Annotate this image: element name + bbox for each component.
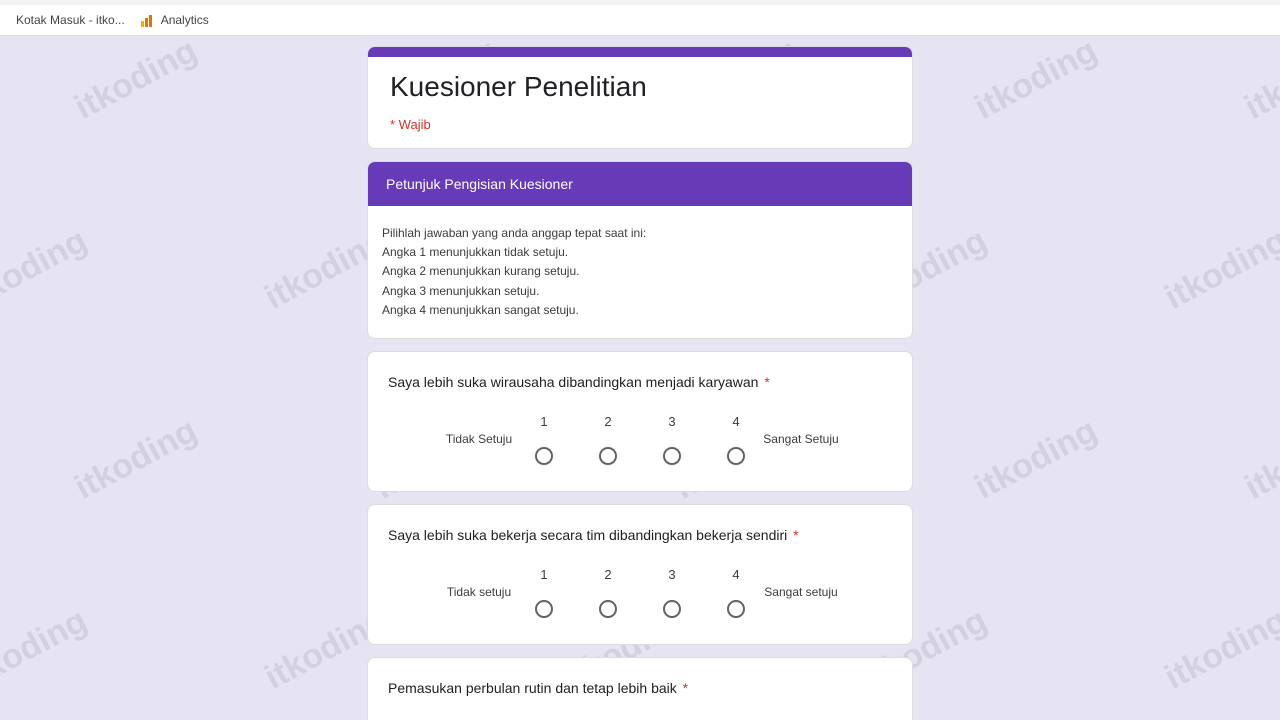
scale-number: 3 — [668, 567, 675, 582]
scale-number: 2 — [604, 567, 611, 582]
form-header-card: Kuesioner Penelitian * Wajib — [367, 46, 913, 149]
question-text: Saya lebih suka wirausaha dibandingkan m… — [388, 374, 892, 390]
form-title: Kuesioner Penelitian — [390, 71, 890, 103]
bookmark-label: Kotak Masuk - itko... — [16, 13, 125, 27]
bookmark-inbox[interactable]: Kotak Masuk - itko... — [8, 9, 133, 31]
radio-option-2[interactable] — [599, 447, 617, 465]
section-description: Pilihlah jawaban yang anda anggap tepat … — [368, 206, 912, 338]
radio-option-4[interactable] — [727, 600, 745, 618]
bookmark-label: Analytics — [161, 13, 209, 27]
question-text: Saya lebih suka bekerja secara tim diban… — [388, 527, 892, 543]
question-card: Pemasukan perbulan rutin dan tetap lebih… — [367, 657, 913, 720]
header-accent-bar — [368, 47, 912, 57]
scale-number: 2 — [604, 414, 611, 429]
linear-scale: Tidak setuju 1 2 3 4 Sangat setuju — [388, 567, 892, 618]
required-note: * Wajib — [390, 117, 890, 132]
question-text: Pemasukan perbulan rutin dan tetap lebih… — [388, 680, 892, 696]
question-card: Saya lebih suka bekerja secara tim diban… — [367, 504, 913, 645]
bookmark-analytics[interactable]: Analytics — [133, 9, 217, 31]
scale-low-label: Tidak Setuju — [424, 432, 534, 446]
question-card: Saya lebih suka wirausaha dibandingkan m… — [367, 351, 913, 492]
scale-number: 1 — [540, 414, 547, 429]
required-asterisk: * — [679, 680, 688, 696]
scale-low-label: Tidak setuju — [424, 585, 534, 599]
linear-scale: Tidak Setuju 1 2 3 4 Sangat Setuju — [388, 414, 892, 465]
scale-number: 3 — [668, 414, 675, 429]
required-asterisk: * — [789, 527, 798, 543]
radio-option-3[interactable] — [663, 600, 681, 618]
bookmarks-bar: Kotak Masuk - itko... Analytics — [0, 0, 1280, 36]
scale-high-label: Sangat setuju — [746, 585, 856, 599]
analytics-icon — [141, 13, 155, 27]
scale-number: 4 — [732, 567, 739, 582]
section-card: Petunjuk Pengisian Kuesioner Pilihlah ja… — [367, 161, 913, 339]
form-viewport: Kuesioner Penelitian * Wajib Petunjuk Pe… — [0, 36, 1280, 720]
radio-option-4[interactable] — [727, 447, 745, 465]
radio-option-3[interactable] — [663, 447, 681, 465]
radio-option-1[interactable] — [535, 447, 553, 465]
section-title: Petunjuk Pengisian Kuesioner — [368, 162, 912, 206]
required-asterisk: * — [760, 374, 769, 390]
scale-number: 4 — [732, 414, 739, 429]
scale-high-label: Sangat Setuju — [746, 432, 856, 446]
radio-option-2[interactable] — [599, 600, 617, 618]
radio-option-1[interactable] — [535, 600, 553, 618]
scale-number: 1 — [540, 567, 547, 582]
